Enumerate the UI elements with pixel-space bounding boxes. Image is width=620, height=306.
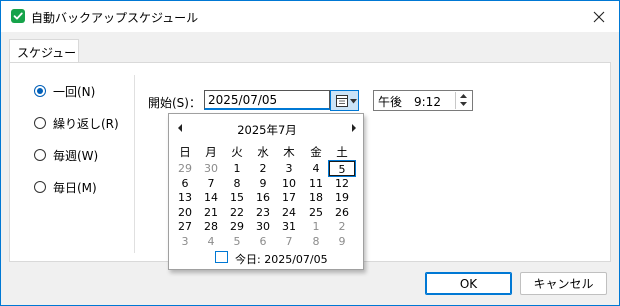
radio-circle <box>34 85 46 97</box>
calendar-day[interactable]: 9 <box>329 234 355 249</box>
calendar-day[interactable]: 1 <box>224 161 250 176</box>
calendar-day[interactable]: 30 <box>250 219 276 234</box>
calendar-day[interactable]: 7 <box>276 234 302 249</box>
vertical-divider <box>134 75 135 253</box>
calendar-day[interactable]: 14 <box>198 190 224 205</box>
spin-down-button[interactable] <box>456 100 471 108</box>
radio-label: 繰り返し(R) <box>53 116 119 131</box>
start-time-input[interactable]: 午後 9:12 <box>373 90 473 111</box>
title-bar: 自動バックアップスケジュール <box>1 1 619 32</box>
calendar-day[interactable]: 17 <box>276 190 302 205</box>
calendar-day[interactable]: 26 <box>329 205 355 220</box>
calendar-day[interactable]: 2 <box>329 219 355 234</box>
start-label: 開始(S)： <box>148 96 201 110</box>
calendar-day[interactable]: 15 <box>224 190 250 205</box>
radio-repeat[interactable]: 繰り返し(R) <box>34 115 119 131</box>
calendar-day[interactable]: 1 <box>303 219 329 234</box>
calendar-day[interactable]: 7 <box>198 176 224 191</box>
calendar-day[interactable]: 31 <box>276 219 302 234</box>
calendar-day[interactable]: 29 <box>224 219 250 234</box>
calendar-day[interactable]: 21 <box>198 205 224 220</box>
radio-label: 毎週(W) <box>53 148 99 163</box>
radio-circle <box>34 181 46 193</box>
calendar-day[interactable]: 27 <box>172 219 198 234</box>
calendar-day[interactable]: 10 <box>276 176 302 191</box>
calendar-day[interactable]: 20 <box>172 205 198 220</box>
calendar-icon <box>336 95 348 107</box>
calendar-day[interactable]: 4 <box>198 234 224 249</box>
calendar-day[interactable]: 3 <box>172 234 198 249</box>
calendar-month-title[interactable]: 2025年7月 <box>169 122 365 138</box>
calendar-day[interactable]: 5 <box>224 234 250 249</box>
chevron-down-icon <box>460 102 467 106</box>
window-title: 自動バックアップスケジュール <box>31 11 199 25</box>
calendar-day[interactable]: 6 <box>250 234 276 249</box>
calendar-day[interactable]: 19 <box>329 190 355 205</box>
calendar-dropdown-button[interactable] <box>330 90 359 111</box>
calendar-day[interactable]: 28 <box>198 219 224 234</box>
spin-up-button[interactable] <box>456 92 471 100</box>
calendar-day[interactable]: 30 <box>198 161 224 176</box>
calendar-day[interactable]: 3 <box>276 161 302 176</box>
calendar-day-selected[interactable]: 5 <box>328 160 356 177</box>
calendar-day[interactable]: 4 <box>303 161 329 176</box>
calendar-day[interactable]: 9 <box>250 176 276 191</box>
chevron-up-icon <box>460 94 467 98</box>
chevron-down-icon <box>350 99 357 104</box>
calendar-day[interactable]: 12 <box>329 176 355 191</box>
today-link[interactable]: 今日: 2025/07/05 <box>235 251 328 267</box>
radio-once[interactable]: 一回(N) <box>34 83 95 99</box>
time-spinner[interactable] <box>455 92 471 109</box>
radio-circle <box>34 117 46 129</box>
radio-label: 毎日(M) <box>53 180 97 195</box>
weekday-header: 水 <box>257 145 269 159</box>
radio-weekly[interactable]: 毎週(W) <box>34 147 98 163</box>
radio-daily[interactable]: 毎日(M) <box>34 179 97 195</box>
radio-circle <box>34 149 46 161</box>
tab-schedule[interactable]: スケジュール <box>9 39 79 77</box>
weekday-header: 土 <box>336 145 348 159</box>
cancel-button[interactable]: キャンセル <box>520 272 607 295</box>
calendar-next-button[interactable] <box>350 123 358 133</box>
weekday-header: 金 <box>310 145 322 159</box>
weekday-header: 木 <box>283 145 295 159</box>
calendar-day[interactable]: 24 <box>276 205 302 220</box>
calendar-day[interactable]: 13 <box>172 190 198 205</box>
weekday-header: 日 <box>179 145 191 159</box>
radio-label: 一回(N) <box>53 84 96 99</box>
close-icon <box>593 11 605 22</box>
calendar-day[interactable]: 18 <box>303 190 329 205</box>
calendar-day[interactable]: 8 <box>224 176 250 191</box>
ok-button[interactable]: OK <box>425 272 512 295</box>
calendar-day[interactable]: 23 <box>250 205 276 220</box>
calendar-day[interactable]: 11 <box>303 176 329 191</box>
calendar-day[interactable]: 22 <box>224 205 250 220</box>
weekday-header: 月 <box>205 145 217 159</box>
start-date-value: 2025/07/05 <box>208 93 278 107</box>
dialog-window: 自動バックアップスケジュール スケジュール 一回(N) 繰り返し(R) 毎週(W… <box>0 0 620 306</box>
today-marker-icon <box>215 251 228 263</box>
calendar-popup: 2025年7月 今日: 2025/07/05 日月火水木金土 29 30 1 2 3 4 5 6… <box>168 113 364 270</box>
calendar-day[interactable]: 6 <box>172 176 198 191</box>
calendar-day[interactable]: 8 <box>303 234 329 249</box>
app-shield-check-icon <box>11 9 25 23</box>
start-time-value: 午後 9:12 <box>378 95 441 109</box>
calendar-day[interactable]: 2 <box>250 161 276 176</box>
weekday-header: 火 <box>231 145 243 159</box>
calendar-day[interactable]: 29 <box>172 161 198 176</box>
calendar-day[interactable]: 25 <box>303 205 329 220</box>
start-date-input[interactable]: 2025/07/05 <box>204 90 330 110</box>
close-button[interactable] <box>579 1 619 32</box>
calendar-day[interactable]: 16 <box>250 190 276 205</box>
